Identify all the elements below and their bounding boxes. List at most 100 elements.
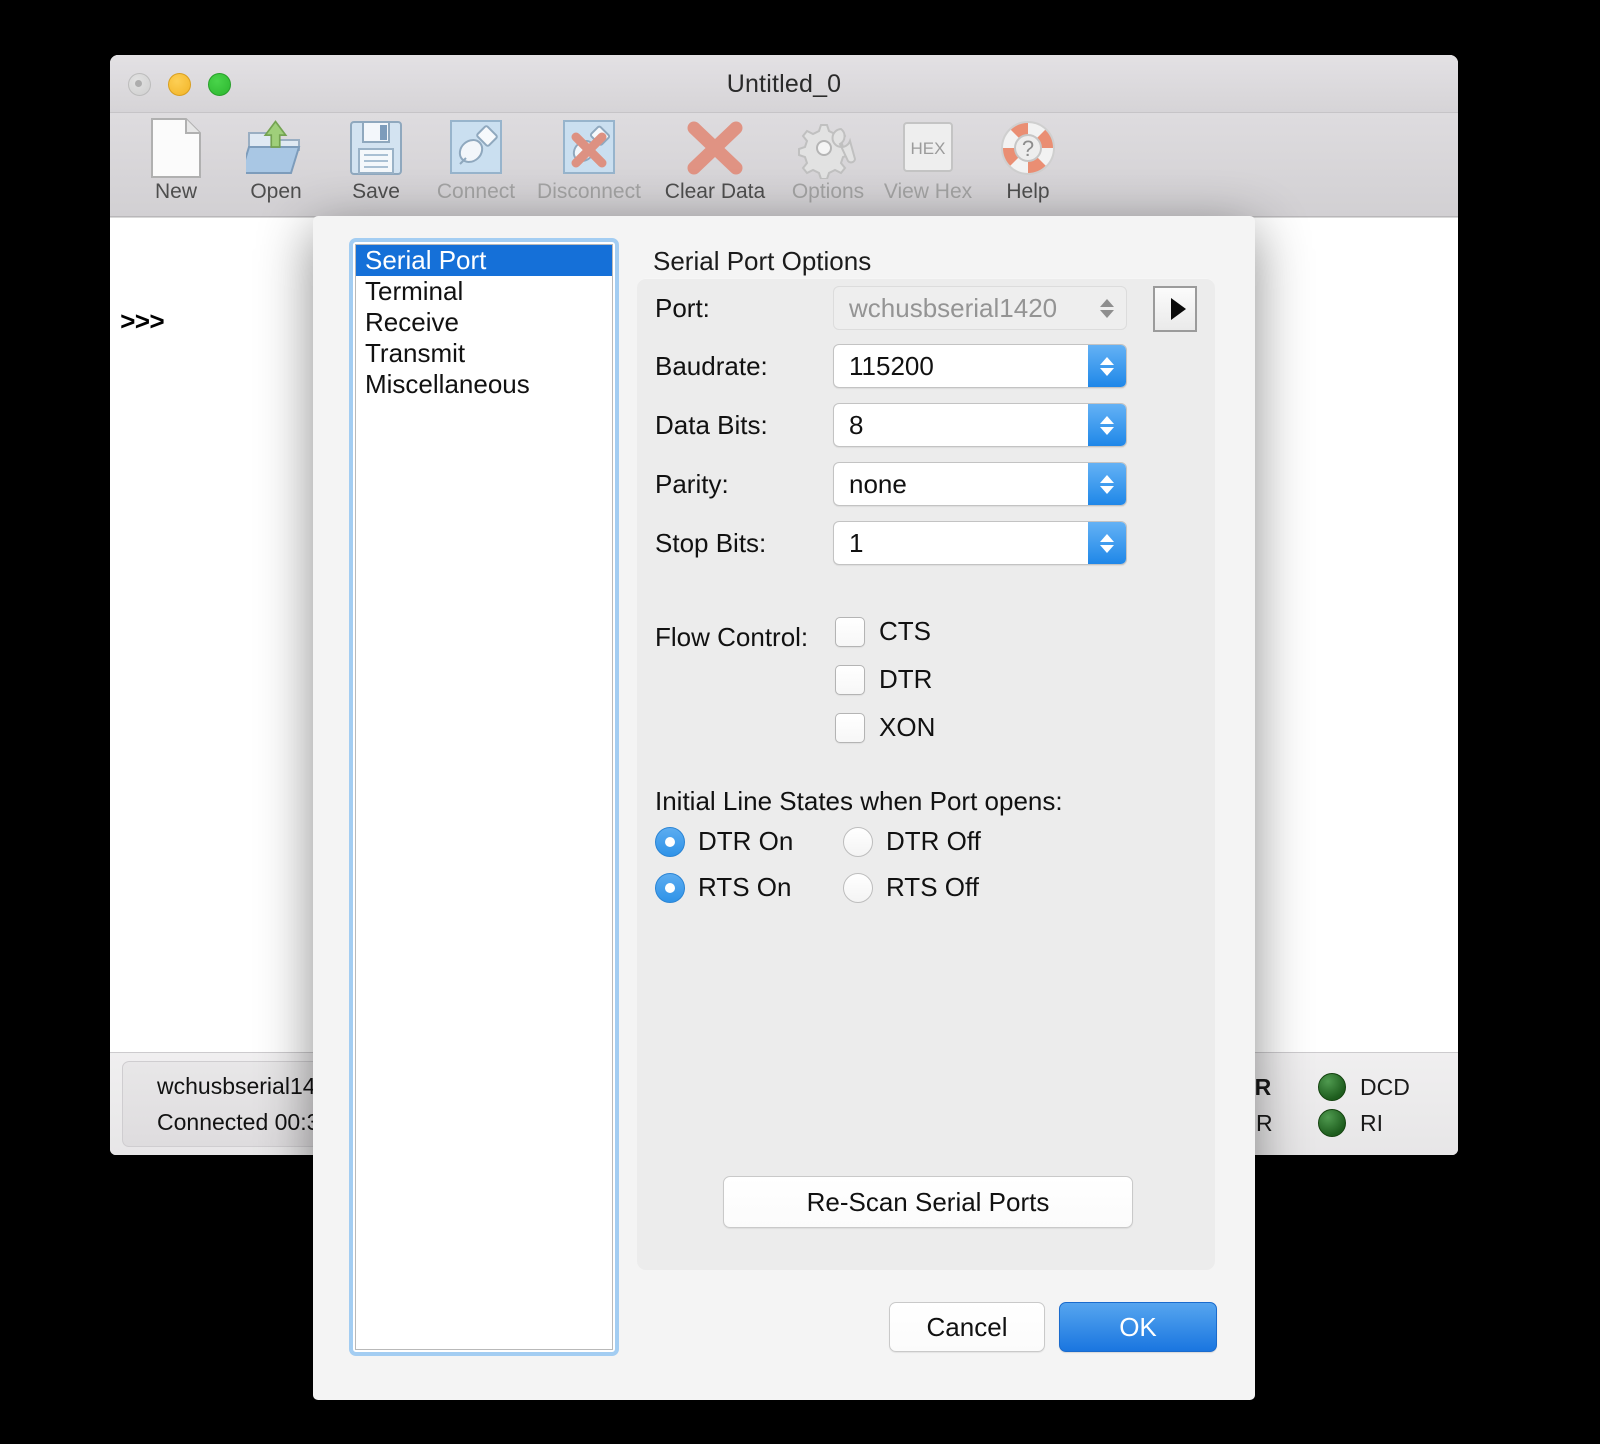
toolbar-button-open[interactable]: Open bbox=[226, 113, 326, 204]
category-item-miscellaneous[interactable]: Miscellaneous bbox=[356, 369, 612, 400]
toolbar-label: Options bbox=[791, 180, 865, 203]
toolbar-label: Connect bbox=[436, 180, 516, 203]
toolbar-button-view-hex[interactable]: HEX View Hex bbox=[878, 113, 978, 204]
chevron-down-icon[interactable] bbox=[1100, 367, 1114, 376]
radio-dtr-on-label: DTR On bbox=[698, 826, 794, 856]
port-stepper-icon bbox=[1088, 287, 1126, 329]
toolbar-button-save[interactable]: Save bbox=[326, 113, 426, 204]
ok-button[interactable]: OK bbox=[1059, 1302, 1217, 1352]
category-listbox-focus-ring: Serial Port Terminal Receive Transmit Mi… bbox=[349, 238, 619, 1356]
toolbar-button-clear-data[interactable]: Clear Data bbox=[652, 113, 778, 204]
chevron-up-icon[interactable] bbox=[1100, 415, 1114, 424]
chevron-up-icon[interactable] bbox=[1100, 474, 1114, 483]
radio-rts-on-label: RTS On bbox=[698, 872, 792, 902]
chevron-down-icon[interactable] bbox=[1100, 426, 1114, 435]
category-item-receive[interactable]: Receive bbox=[356, 307, 612, 338]
field-label-parity: Parity: bbox=[655, 468, 729, 499]
checkbox-cts-label: CTS bbox=[879, 616, 931, 646]
radio-rts-off-dot[interactable] bbox=[843, 872, 873, 903]
plug-connect-icon bbox=[426, 117, 526, 179]
signal-column-right: DCD RI bbox=[1318, 1069, 1428, 1141]
radio-dtr-off-label: DTR Off bbox=[886, 826, 981, 856]
pane-title: Serial Port Options bbox=[653, 246, 872, 276]
initial-line-states-label: Initial Line States when Port opens: bbox=[655, 786, 1063, 816]
parity-stepper-icon[interactable] bbox=[1088, 463, 1126, 505]
baudrate-combobox[interactable]: 115200 bbox=[833, 344, 1127, 388]
lifebuoy-help-icon: ? bbox=[978, 117, 1078, 179]
toolbar: New Open Save Connect Disconnect Clear D… bbox=[110, 113, 1458, 217]
radio-rts-off[interactable]: RTS Off bbox=[843, 872, 979, 903]
data-bits-combobox[interactable]: 8 bbox=[833, 403, 1127, 447]
terminal-prompt: >>> bbox=[120, 308, 165, 338]
toolbar-label: New bbox=[154, 180, 197, 203]
signal-dcd: DCD bbox=[1318, 1069, 1428, 1105]
toolbar-button-help[interactable]: ? Help bbox=[978, 113, 1078, 204]
chevron-up-icon bbox=[1100, 298, 1114, 307]
parity-combobox[interactable]: none bbox=[833, 462, 1127, 506]
checkbox-dtr[interactable]: DTR bbox=[835, 664, 932, 695]
chevron-down-icon[interactable] bbox=[1100, 544, 1114, 553]
toolbar-label: Help bbox=[1006, 180, 1050, 203]
category-item-serial-port[interactable]: Serial Port bbox=[356, 245, 612, 276]
floppy-disk-icon bbox=[326, 117, 426, 179]
baudrate-stepper-icon[interactable] bbox=[1088, 345, 1126, 387]
chevron-down-icon[interactable] bbox=[1100, 485, 1114, 494]
radio-dtr-off[interactable]: DTR Off bbox=[843, 826, 981, 857]
checkbox-cts-box[interactable] bbox=[835, 616, 865, 647]
chevron-up-icon[interactable] bbox=[1100, 356, 1114, 365]
field-row-parity: Parity: none bbox=[655, 462, 1127, 506]
window-titlebar: Untitled_0 bbox=[110, 55, 1458, 113]
stop-bits-value: 1 bbox=[849, 527, 864, 558]
checkbox-xon[interactable]: XON bbox=[835, 712, 935, 743]
toolbar-label: View Hex bbox=[883, 180, 973, 203]
chevron-up-icon[interactable] bbox=[1100, 533, 1114, 542]
toolbar-button-new[interactable]: New bbox=[126, 113, 226, 204]
field-label-port: Port: bbox=[655, 292, 710, 323]
dialog-button-bar: Cancel OK bbox=[889, 1302, 1217, 1352]
stop-bits-combobox[interactable]: 1 bbox=[833, 521, 1127, 565]
hex-badge-icon: HEX bbox=[878, 117, 978, 179]
checkbox-dtr-box[interactable] bbox=[835, 664, 865, 695]
checkbox-xon-box[interactable] bbox=[835, 712, 865, 743]
data-bits-stepper-icon[interactable] bbox=[1088, 404, 1126, 446]
toolbar-label: Save bbox=[352, 180, 400, 203]
cancel-button[interactable]: Cancel bbox=[889, 1302, 1045, 1352]
open-folder-icon bbox=[226, 117, 326, 179]
plug-disconnect-icon bbox=[526, 117, 652, 179]
toolbar-label: Clear Data bbox=[664, 180, 766, 203]
signal-label-dcd: DCD bbox=[1360, 1073, 1410, 1100]
category-item-terminal[interactable]: Terminal bbox=[356, 276, 612, 307]
radio-dtr-on[interactable]: DTR On bbox=[655, 826, 793, 857]
radio-rts-on[interactable]: RTS On bbox=[655, 872, 791, 903]
field-label-stop-bits: Stop Bits: bbox=[655, 527, 767, 558]
stop-bits-stepper-icon[interactable] bbox=[1088, 522, 1126, 564]
radio-rts-on-dot[interactable] bbox=[655, 872, 685, 903]
port-combobox[interactable]: wchusbserial1420 bbox=[833, 286, 1127, 330]
checkbox-xon-label: XON bbox=[879, 712, 936, 742]
rescan-serial-ports-button[interactable]: Re-Scan Serial Ports bbox=[723, 1176, 1133, 1228]
field-row-baudrate: Baudrate: 115200 bbox=[655, 344, 1127, 388]
toolbar-button-disconnect[interactable]: Disconnect bbox=[526, 113, 652, 204]
triangle-right-icon bbox=[1170, 298, 1186, 320]
new-document-icon bbox=[126, 117, 226, 179]
category-listbox[interactable]: Serial Port Terminal Receive Transmit Mi… bbox=[355, 244, 613, 1350]
field-label-data-bits: Data Bits: bbox=[655, 409, 768, 440]
toolbar-button-connect[interactable]: Connect bbox=[426, 113, 526, 204]
expand-port-list-button[interactable] bbox=[1153, 286, 1197, 332]
radio-dtr-off-dot[interactable] bbox=[843, 826, 873, 857]
checkbox-cts[interactable]: CTS bbox=[835, 616, 931, 647]
toolbar-button-options[interactable]: Options bbox=[778, 113, 878, 204]
field-label-baudrate: Baudrate: bbox=[655, 350, 768, 381]
gear-wrench-icon bbox=[778, 117, 878, 179]
led-dcd-icon bbox=[1318, 1073, 1346, 1101]
radio-dtr-on-dot[interactable] bbox=[655, 826, 685, 857]
data-bits-value: 8 bbox=[849, 409, 864, 440]
svg-text:?: ? bbox=[1022, 136, 1034, 161]
serial-port-options-group: Port: wchusbserial1420 Baudrate: 115200 bbox=[637, 278, 1215, 1270]
checkbox-dtr-label: DTR bbox=[879, 664, 933, 694]
svg-text:HEX: HEX bbox=[911, 139, 946, 158]
red-x-icon bbox=[652, 117, 778, 179]
category-item-transmit[interactable]: Transmit bbox=[356, 338, 612, 369]
chevron-down-icon bbox=[1100, 309, 1114, 318]
radio-rts-off-label: RTS Off bbox=[886, 872, 979, 902]
